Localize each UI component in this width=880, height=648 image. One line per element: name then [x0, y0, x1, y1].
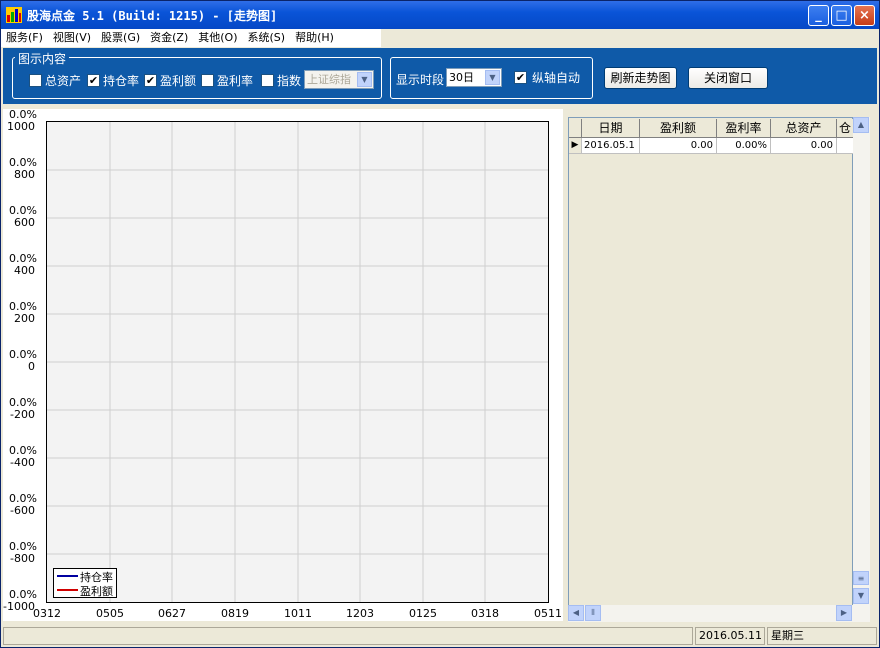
y-tick-value: 800: [14, 168, 35, 181]
index-select[interactable]: 上证综指 ▼: [304, 70, 374, 89]
table-cell[interactable]: [837, 138, 854, 154]
profit-rate-label: 盈利率: [217, 74, 254, 88]
status-message: [3, 627, 693, 645]
x-tick-label: 0505: [96, 607, 124, 620]
y-tick-pct: 0.0%: [9, 252, 37, 265]
y-tick-value: 600: [14, 216, 35, 229]
x-tick-label: 0318: [471, 607, 499, 620]
axis-auto-label: 纵轴自动: [532, 71, 581, 85]
x-tick-label: 0627: [158, 607, 186, 620]
index-checkbox[interactable]: [261, 74, 274, 87]
hscroll-thumb[interactable]: ⦀: [585, 605, 601, 621]
title-bar[interactable]: 股海点金 5.1 (Build: 1215) - [走势图] _ □ ×: [1, 1, 879, 29]
scroll-up-icon[interactable]: ▲: [853, 117, 869, 133]
x-tick-label: 1203: [346, 607, 374, 620]
x-tick-label: 0511: [534, 607, 562, 620]
y-tick-value: 400: [14, 264, 35, 277]
refresh-chart-button[interactable]: 刷新走势图: [604, 67, 677, 89]
y-tick-pct: 0.0%: [9, 156, 37, 169]
vertical-scrollbar[interactable]: ▲ ≡ ▼: [853, 117, 870, 606]
axis-auto-checkbox[interactable]: ✔: [514, 71, 527, 84]
table-row[interactable]: 2016.05.1: [582, 138, 640, 154]
chevron-down-icon: ▼: [357, 72, 372, 87]
app-window: 股海点金 5.1 (Build: 1215) - [走势图] _ □ × 服务(…: [0, 0, 880, 648]
menu-help[interactable]: 帮助(H): [290, 29, 339, 47]
maximize-button[interactable]: □: [831, 5, 852, 26]
window-title: 股海点金 5.1 (Build: 1215) - [走势图]: [27, 9, 278, 23]
x-tick-label: 0125: [409, 607, 437, 620]
y-tick-value: 1000: [7, 120, 35, 133]
menu-other[interactable]: 其他(O): [193, 29, 242, 47]
y-tick-value: -200: [10, 408, 35, 421]
data-grid[interactable]: 日期 盈利额 盈利率 总资产 仓 ▶ 2016.05.1 0.00 0.00% …: [568, 117, 854, 621]
app-icon: [6, 7, 22, 23]
chart-grid: [47, 122, 548, 602]
legend-profit-amount: 盈利额: [80, 585, 113, 598]
total-assets-label: 总资产: [45, 74, 82, 88]
menu-service[interactable]: 服务(F): [1, 29, 48, 47]
col-date[interactable]: 日期: [582, 119, 640, 138]
chevron-down-icon: ▼: [485, 70, 500, 85]
col-profit-amount[interactable]: 盈利额: [640, 119, 717, 138]
y-tick-pct: 0.0%: [9, 300, 37, 313]
position-rate-label: 持仓率: [103, 74, 140, 88]
y-tick-pct: 0.0%: [9, 204, 37, 217]
status-date: 2016.05.11: [695, 627, 765, 645]
col-total-assets[interactable]: 总资产: [771, 119, 837, 138]
status-weekday: 星期三: [767, 627, 877, 645]
y-tick-pct: 0.0%: [9, 396, 37, 409]
status-bar: 2016.05.11 星期三: [1, 625, 879, 647]
x-tick-label: 0312: [33, 607, 61, 620]
period-select[interactable]: 30日 ▼: [446, 68, 502, 87]
position-rate-checkbox[interactable]: ✔: [87, 74, 100, 87]
y-tick-pct: 0.0%: [9, 348, 37, 361]
horizontal-scrollbar[interactable]: ◀ ⦀ ▶: [568, 605, 870, 622]
chart-plot: [46, 121, 549, 603]
profit-amount-checkbox[interactable]: ✔: [144, 74, 157, 87]
menu-view[interactable]: 视图(V): [48, 29, 96, 47]
minimize-button[interactable]: _: [808, 5, 829, 26]
period-label: 显示时段: [396, 73, 445, 87]
x-tick-label: 0819: [221, 607, 249, 620]
index-label: 指数: [277, 74, 302, 88]
close-panel-button[interactable]: 关闭窗口: [688, 67, 768, 89]
menu-system[interactable]: 系统(S): [243, 29, 291, 47]
col-position[interactable]: 仓: [837, 119, 854, 138]
menu-stock[interactable]: 股票(G): [96, 29, 145, 47]
scroll-down-icon[interactable]: ▼: [853, 588, 869, 604]
total-assets-checkbox[interactable]: [29, 74, 42, 87]
profit-amount-label: 盈利额: [160, 74, 197, 88]
y-tick-value: -800: [10, 552, 35, 565]
y-tick-pct: 0.0%: [9, 444, 37, 457]
menu-bar: 服务(F) 视图(V) 股票(G) 资金(Z) 其他(O) 系统(S) 帮助(H): [1, 29, 381, 47]
profit-rate-checkbox[interactable]: [201, 74, 214, 87]
col-profit-rate[interactable]: 盈利率: [717, 119, 771, 138]
chart-legend: 持仓率 盈利额: [53, 568, 117, 598]
table-cell[interactable]: 0.00: [771, 138, 837, 154]
row-pointer-icon: ▶: [569, 138, 582, 154]
grid-corner: [569, 119, 582, 138]
y-tick-pct: 0.0%: [9, 588, 37, 601]
scroll-left-icon[interactable]: ◀: [568, 605, 584, 621]
chart-content-label: 图示内容: [15, 50, 70, 67]
close-window-button[interactable]: ×: [854, 5, 875, 26]
y-tick-value: 200: [14, 312, 35, 325]
y-tick-value: -600: [10, 504, 35, 517]
table-cell[interactable]: 0.00%: [717, 138, 771, 154]
scroll-right-icon[interactable]: ▶: [836, 605, 852, 621]
period-select-value: 30日: [449, 71, 474, 84]
index-select-value: 上证综指: [307, 73, 351, 86]
scroll-thumb[interactable]: ≡: [853, 571, 869, 585]
y-tick-value: -400: [10, 456, 35, 469]
y-tick-pct: 0.0%: [9, 540, 37, 553]
y-tick-pct: 0.0%: [9, 492, 37, 505]
table-cell[interactable]: 0.00: [640, 138, 717, 154]
y-tick-value: 0: [28, 360, 35, 373]
y-tick-pct: 0.0%: [9, 108, 37, 121]
x-tick-label: 1011: [284, 607, 312, 620]
menu-fund[interactable]: 资金(Z): [145, 29, 193, 47]
y-tick-value: -1000: [3, 600, 35, 613]
